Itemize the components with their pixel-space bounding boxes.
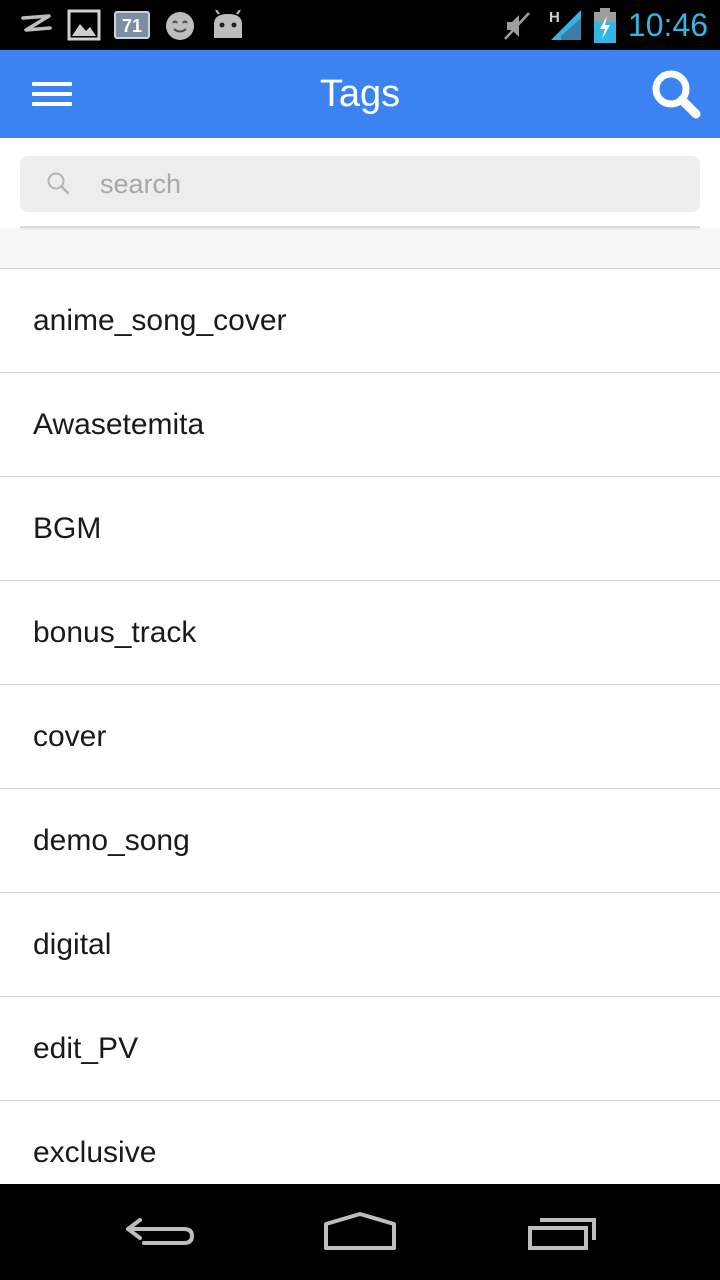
tag-list: anime_song_cover Awasetemita BGM bonus_t… xyxy=(0,268,720,1184)
mute-icon xyxy=(504,12,530,40)
menu-icon-line xyxy=(32,92,72,96)
signal-h-icon: H xyxy=(549,9,581,40)
zte-logo-icon xyxy=(21,14,52,32)
smiley-icon xyxy=(166,12,194,40)
search-input[interactable] xyxy=(100,156,680,212)
recent-apps-button[interactable] xyxy=(518,1202,614,1262)
tag-item[interactable]: digital xyxy=(0,892,720,996)
search-panel xyxy=(0,138,720,228)
tag-item[interactable]: Awasetemita xyxy=(0,372,720,476)
app-bar: Tags xyxy=(0,50,720,138)
magnifier-icon xyxy=(47,172,70,195)
tag-item[interactable]: cover xyxy=(0,684,720,788)
android-icon xyxy=(214,10,242,38)
menu-button[interactable] xyxy=(22,64,82,124)
recent-apps-icon xyxy=(528,1218,596,1250)
calendar-71-icon: 71 xyxy=(114,11,150,39)
battery-charging-icon xyxy=(594,8,616,43)
menu-icon-line xyxy=(32,82,72,86)
tag-item[interactable]: edit_PV xyxy=(0,996,720,1100)
search-shadow xyxy=(20,226,700,230)
back-icon xyxy=(126,1218,195,1245)
home-icon xyxy=(324,1212,396,1250)
home-button[interactable] xyxy=(312,1202,408,1262)
tag-item[interactable]: anime_song_cover xyxy=(0,268,720,372)
tag-item[interactable]: BGM xyxy=(0,476,720,580)
nav-bar xyxy=(0,1184,720,1280)
status-bar: 71 H 10:46 xyxy=(0,0,720,50)
back-button[interactable] xyxy=(112,1202,208,1262)
tag-item[interactable]: bonus_track xyxy=(0,580,720,684)
calendar-71-label: 71 xyxy=(122,16,142,36)
page-title: Tags xyxy=(319,73,401,115)
search-button[interactable] xyxy=(646,64,706,124)
status-time: 10:46 xyxy=(627,7,708,43)
menu-icon-line xyxy=(32,102,72,106)
search-area xyxy=(0,138,720,268)
tag-item[interactable]: exclusive xyxy=(0,1100,720,1184)
image-icon xyxy=(67,9,101,41)
svg-text:H: H xyxy=(549,9,560,26)
search-icon xyxy=(652,70,701,119)
search-field[interactable] xyxy=(20,156,700,212)
tag-item[interactable]: demo_song xyxy=(0,788,720,892)
